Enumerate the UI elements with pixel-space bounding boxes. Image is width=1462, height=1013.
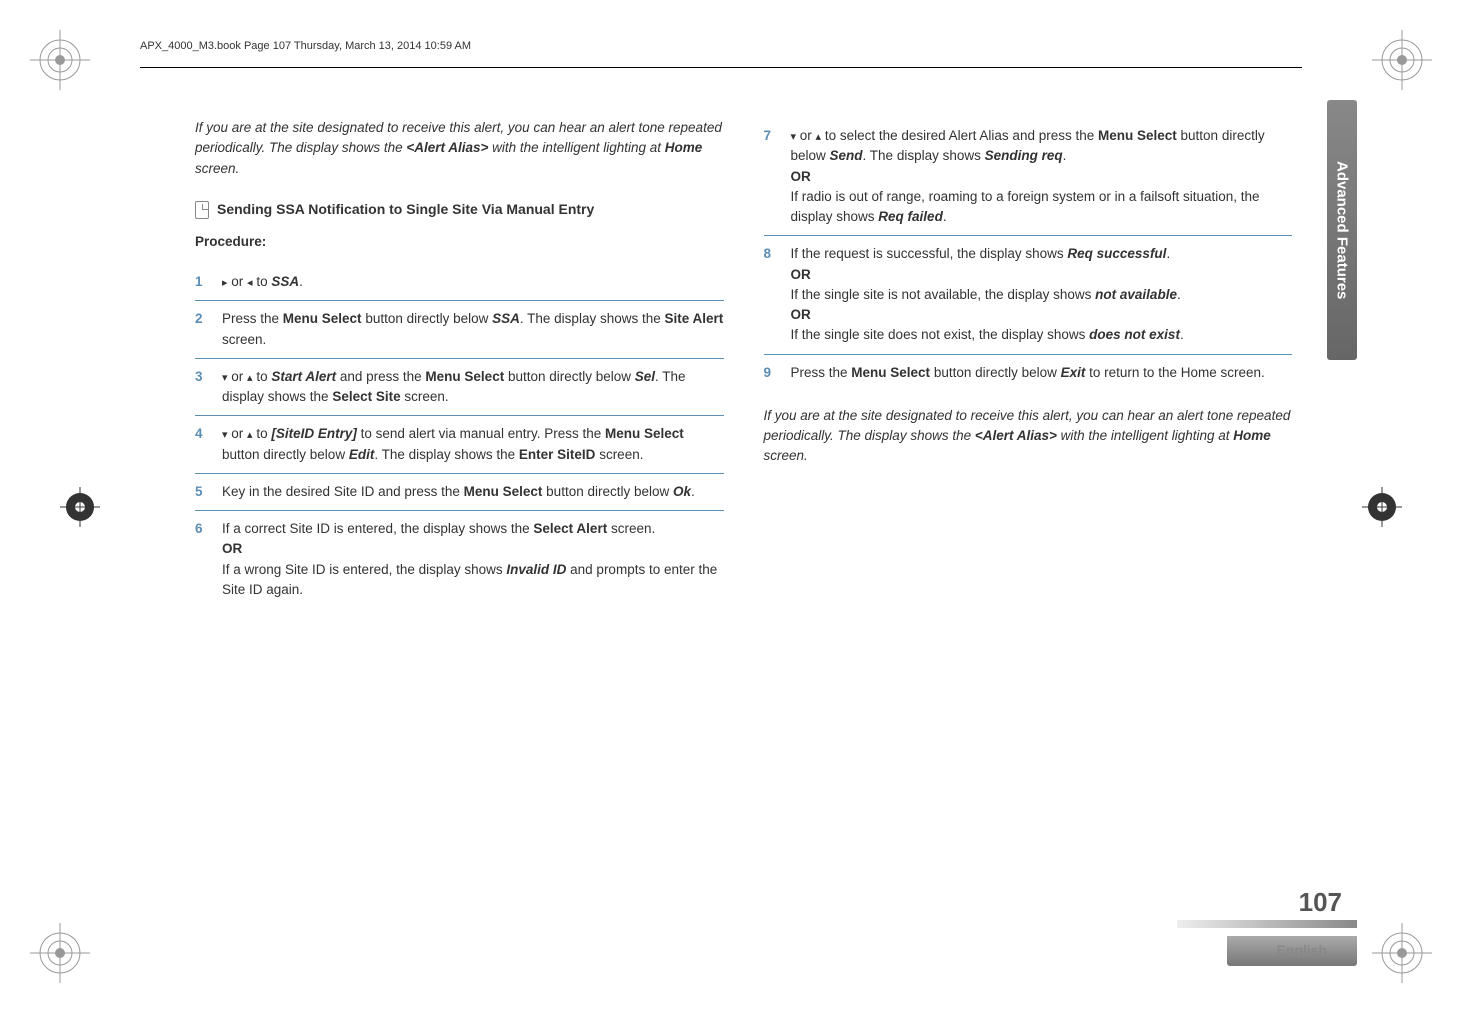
intro-text-2: with the intelligent lighting at <box>488 140 664 155</box>
procedure-step: 7 or to select the desired Alert Alias a… <box>764 118 1293 236</box>
left-column: If you are at the site designated to rec… <box>195 118 724 608</box>
step-number: 8 <box>764 244 779 345</box>
intro-text-3: screen. <box>195 161 239 176</box>
procedure-step: 5 Key in the desired Site ID and press th… <box>195 474 724 511</box>
step-text: or to SSA. <box>222 272 724 292</box>
register-mark-tr <box>1372 30 1432 90</box>
page-number: 107 <box>1299 887 1342 918</box>
register-mark-tl <box>30 30 90 90</box>
outro-paragraph: If you are at the site designated to rec… <box>764 406 1293 467</box>
step-text: or to Start Alert and press the Menu Sel… <box>222 367 724 408</box>
step-number: 3 <box>195 367 210 408</box>
right-steps-list: 7 or to select the desired Alert Alias a… <box>764 118 1293 391</box>
procedure-step: 1 or to SSA. <box>195 264 724 301</box>
subsection-title: Sending SSA Notification to Single Site … <box>217 199 594 220</box>
procedure-step: 3 or to Start Alert and press the Menu S… <box>195 359 724 417</box>
procedure-step: 6If a correct Site ID is entered, the di… <box>195 511 724 608</box>
left-steps-list: 1 or to SSA. 2 Press the Menu Select butto… <box>195 264 724 608</box>
procedure-step: 2 Press the Menu Select button directly b… <box>195 301 724 359</box>
right-column: 7 or to select the desired Alert Alias a… <box>764 118 1293 608</box>
step-text: or to select the desired Alert Alias and… <box>791 126 1293 227</box>
step-number: 5 <box>195 482 210 502</box>
procedure-step: 9 Press the Menu Select button directly b… <box>764 355 1293 391</box>
step-number: 2 <box>195 309 210 350</box>
step-number: 7 <box>764 126 779 227</box>
footer-gradient-bar <box>1177 920 1357 928</box>
subsection-heading: Sending SSA Notification to Single Site … <box>195 199 724 220</box>
page-header-info: APX_4000_M3.book Page 107 Thursday, Marc… <box>140 40 1402 52</box>
procedure-step: 4 or to [SiteID Entry] to send alert via… <box>195 416 724 474</box>
procedure-step: 8If the request is successful, the displ… <box>764 236 1293 354</box>
register-mark-bl <box>30 923 90 983</box>
step-text: If a correct Site ID is entered, the dis… <box>222 519 724 600</box>
step-number: 9 <box>764 363 779 383</box>
intro-home: Home <box>665 140 703 155</box>
procedure-label: Procedure: <box>195 232 724 252</box>
step-number: 4 <box>195 424 210 465</box>
outro-text-3: screen. <box>764 448 808 463</box>
header-divider <box>140 67 1302 68</box>
step-text: If the request is successful, the displa… <box>791 244 1293 345</box>
step-text: Press the Menu Select button directly be… <box>791 363 1293 383</box>
step-text: or to [SiteID Entry] to send alert via m… <box>222 424 724 465</box>
step-number: 6 <box>195 519 210 600</box>
outro-home: Home <box>1233 428 1271 443</box>
outro-text-2: with the intelligent lighting at <box>1057 428 1233 443</box>
register-mark-br <box>1372 923 1432 983</box>
intro-alert-alias: <Alert Alias> <box>406 140 488 155</box>
step-text: Press the Menu Select button directly be… <box>222 309 724 350</box>
intro-paragraph: If you are at the site designated to rec… <box>195 118 724 179</box>
step-number: 1 <box>195 272 210 292</box>
document-icon <box>195 201 209 219</box>
language-label: English <box>1276 942 1327 958</box>
outro-alert-alias: <Alert Alias> <box>975 428 1057 443</box>
step-text: Key in the desired Site ID and press the… <box>222 482 724 502</box>
